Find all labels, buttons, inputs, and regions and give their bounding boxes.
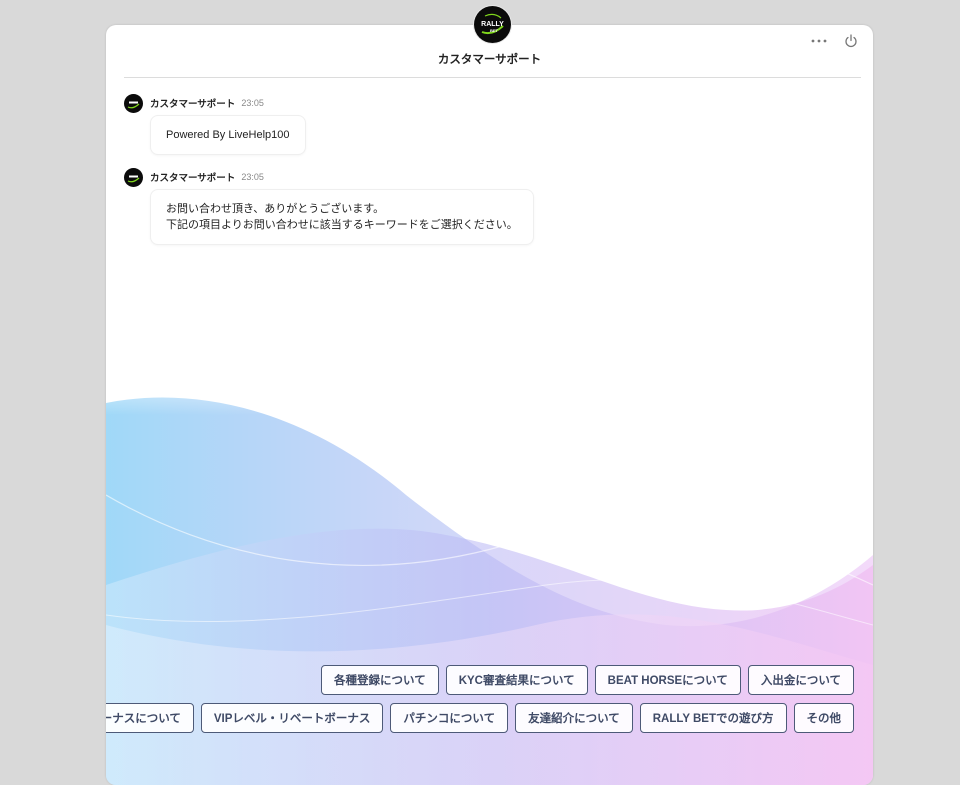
message-header: カスタマーサポート 23:05: [124, 167, 534, 187]
logo-text-top: RALLY: [481, 21, 504, 28]
brand-logo: RALLY BET: [474, 6, 511, 43]
option-pachinko[interactable]: パチンコについて: [390, 703, 509, 733]
rally-bet-avatar-icon: [124, 168, 143, 186]
more-options-button[interactable]: [806, 33, 832, 49]
option-beat-horse[interactable]: BEAT HORSEについて: [594, 665, 741, 695]
sender-name: カスタマーサポート: [150, 99, 236, 110]
option-how-to-play[interactable]: RALLY BETでの遊び方: [639, 703, 787, 733]
message-item: カスタマーサポート 23:05 お問い合わせ頂き、ありがとうございます。 下記の…: [124, 167, 534, 245]
quick-reply-row: 各種登録について KYC審査結果について BEAT HORSEについて 入出金に…: [321, 665, 854, 695]
option-referral[interactable]: 友達紹介について: [515, 703, 633, 733]
chat-window: カスタマーサポート カスタマーサポート 23:05 Powered By Liv…: [106, 25, 873, 785]
avatar: [124, 93, 143, 113]
avatar: [124, 167, 143, 187]
message-bubble: お問い合わせ頂き、ありがとうございます。 下記の項目よりお問い合わせに該当するキ…: [150, 189, 534, 245]
header-divider: [124, 77, 861, 78]
chat-title: カスタマーサポート: [437, 54, 542, 66]
message-bubble: Powered By LiveHelp100: [150, 115, 306, 155]
more-horizontal-icon: [811, 39, 827, 43]
message-list: カスタマーサポート 23:05 Powered By LiveHelp100 カ…: [124, 93, 534, 257]
quick-reply-row: ボーナスについて VIPレベル・リベートボーナス パチンコについて 友達紹介につ…: [106, 703, 854, 733]
option-other[interactable]: その他: [793, 703, 854, 733]
close-chat-button[interactable]: [841, 32, 861, 50]
message-line: 下記の項目よりお問い合わせに該当するキーワードをご選択ください。: [166, 219, 518, 231]
message-time: 23:05: [241, 98, 264, 108]
option-vip-rebate[interactable]: VIPレベル・リベートボーナス: [200, 703, 384, 733]
message-line: Powered By LiveHelp100: [166, 129, 290, 141]
sender-name: カスタマーサポート: [150, 173, 236, 184]
message-line: お問い合わせ頂き、ありがとうございます。: [166, 203, 385, 215]
option-deposit-withdrawal[interactable]: 入出金について: [747, 665, 854, 695]
rally-bet-logo-icon: RALLY BET: [475, 7, 510, 42]
message-item: カスタマーサポート 23:05 Powered By LiveHelp100: [124, 93, 534, 155]
message-time: 23:05: [241, 172, 264, 182]
option-kyc-result[interactable]: KYC審査結果について: [445, 665, 588, 695]
option-bonus[interactable]: ボーナスについて: [106, 703, 194, 733]
logo-text-bottom: BET: [490, 28, 499, 33]
message-header: カスタマーサポート 23:05: [124, 93, 534, 113]
power-icon: [845, 34, 857, 48]
option-registration[interactable]: 各種登録について: [321, 665, 439, 695]
rally-bet-avatar-icon: [124, 94, 143, 112]
